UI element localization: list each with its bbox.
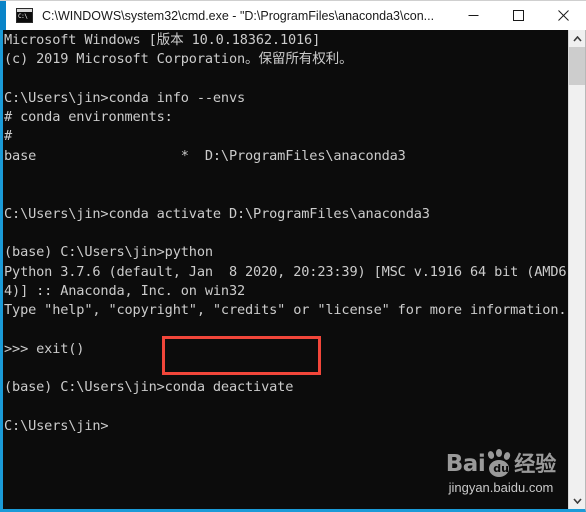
minimize-button[interactable] bbox=[451, 0, 496, 31]
maximize-button[interactable] bbox=[496, 0, 541, 31]
console-line: C:\Users\jin>conda info --envs bbox=[4, 89, 246, 106]
close-button[interactable] bbox=[541, 0, 586, 31]
console-line: 4)] :: Anaconda, Inc. on win32 bbox=[4, 282, 246, 299]
chevron-down-icon bbox=[572, 497, 582, 504]
console-line: # conda environments: bbox=[4, 109, 173, 126]
console-line: base * D:\ProgramFiles\anaconda3 bbox=[4, 147, 406, 164]
console-line: (base) C:\Users\jin>python bbox=[4, 244, 213, 261]
window-title: C:\WINDOWS\system32\cmd.exe - "D:\Progra… bbox=[42, 8, 435, 23]
chevron-up-icon bbox=[572, 35, 582, 42]
scrollbar-track[interactable] bbox=[569, 47, 585, 492]
close-icon bbox=[558, 10, 569, 21]
console-line: Microsoft Windows [版本 10.0.18362.1016] bbox=[4, 32, 321, 48]
console-line: >>> exit() bbox=[4, 340, 85, 357]
scroll-down-button[interactable] bbox=[569, 492, 585, 509]
maximize-icon bbox=[513, 10, 524, 21]
cmd-window: C:\ C:\WINDOWS\system32\cmd.exe - "D:\Pr… bbox=[0, 0, 586, 512]
console-line: (base) C:\Users\jin>conda deactivate bbox=[4, 379, 294, 396]
title-bar-accent bbox=[0, 1, 6, 31]
window-controls bbox=[451, 0, 586, 31]
console-line: Type "help", "copyright", "credits" or "… bbox=[4, 302, 567, 319]
vertical-scrollbar[interactable] bbox=[568, 30, 585, 509]
scrollbar-thumb[interactable] bbox=[569, 47, 585, 85]
minimize-icon bbox=[468, 15, 479, 16]
console-line: (c) 2019 Microsoft Corporation。保留所有权利。 bbox=[4, 51, 353, 68]
scroll-up-button[interactable] bbox=[569, 30, 585, 47]
title-bar[interactable]: C:\ C:\WINDOWS\system32\cmd.exe - "D:\Pr… bbox=[0, 0, 586, 31]
console-output[interactable]: Microsoft Windows [版本 10.0.18362.1016] (c… bbox=[3, 30, 568, 509]
app-icon-label: C:\ bbox=[18, 13, 28, 20]
console-line: Python 3.7.6 (default, Jan 8 2020, 20:23… bbox=[4, 263, 567, 280]
console-line: # bbox=[4, 128, 13, 145]
console-area[interactable]: Microsoft Windows [版本 10.0.18362.1016] (c… bbox=[0, 30, 586, 512]
console-line: C:\Users\jin> bbox=[4, 417, 109, 434]
cmd-app-icon: C:\ bbox=[16, 8, 33, 23]
console-line: C:\Users\jin>conda activate D:\ProgramFi… bbox=[4, 205, 430, 222]
